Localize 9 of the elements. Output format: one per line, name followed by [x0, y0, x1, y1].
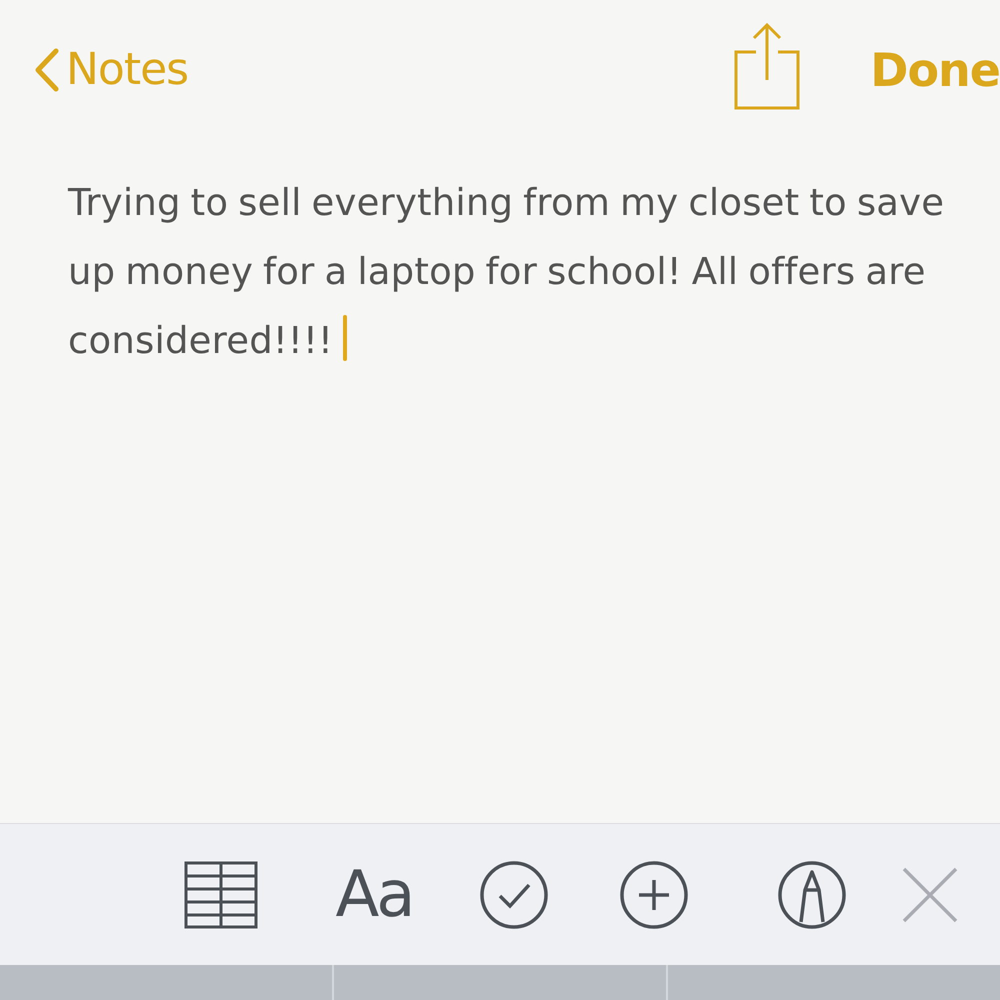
- done-button[interactable]: Done: [870, 36, 1000, 104]
- back-chevron-icon: [34, 48, 60, 92]
- checkmark-circle-icon: [479, 860, 549, 930]
- pen-circle-icon: [777, 860, 847, 930]
- back-button[interactable]: Notes: [34, 37, 188, 103]
- plus-circle-icon: [619, 860, 689, 930]
- table-icon: [184, 860, 258, 928]
- note-text: Trying to sell everything from my closet to save up money for a laptop for school! All offers are considered!!!!: [68, 180, 946, 364]
- format-button[interactable]: Aa: [304, 846, 444, 942]
